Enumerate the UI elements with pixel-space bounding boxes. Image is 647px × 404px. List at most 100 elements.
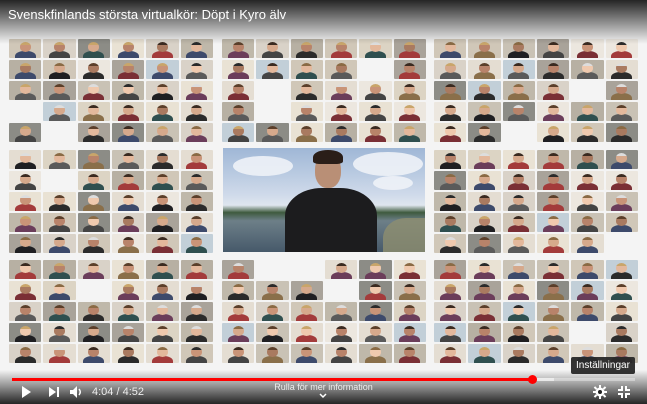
participant-tile	[9, 323, 42, 342]
participant-face	[19, 195, 31, 205]
participant-tile	[9, 302, 42, 321]
participant-face	[266, 126, 278, 136]
participant-face	[478, 237, 490, 247]
participant-tile	[290, 302, 323, 321]
participant-face	[369, 284, 381, 294]
progress-bar[interactable]	[12, 375, 635, 384]
participant-face	[232, 105, 244, 115]
participant-face	[122, 63, 134, 73]
participant-tile	[112, 323, 145, 342]
participant-tile	[77, 323, 110, 342]
participant-tile	[571, 260, 604, 279]
participant-tile	[502, 323, 535, 342]
participant-tile	[77, 192, 110, 211]
participant-tile	[393, 102, 426, 121]
participant-tile	[180, 234, 213, 253]
participant-tile	[468, 344, 501, 363]
participant-tile	[359, 344, 392, 363]
settings-tooltip: Inställningar	[571, 357, 635, 374]
participant-tile	[43, 344, 76, 363]
participant-face	[369, 263, 381, 273]
participant-face	[122, 263, 134, 273]
participant-tile	[9, 213, 42, 232]
participant-tile	[502, 171, 535, 190]
participant-face	[156, 174, 168, 184]
fullscreen-button[interactable]	[616, 384, 632, 400]
participant-tile	[146, 234, 179, 253]
participant-face	[478, 174, 490, 184]
participant-tile	[43, 234, 76, 253]
participant-face	[156, 105, 168, 115]
participant-face	[581, 195, 593, 205]
participant-tile	[290, 344, 323, 363]
participant-face	[581, 174, 593, 184]
participant-tile	[256, 302, 289, 321]
participant-tile	[468, 150, 501, 169]
participant-face	[444, 347, 456, 357]
participant-tile	[468, 81, 501, 100]
participant-face	[232, 84, 244, 94]
participant-tile	[393, 281, 426, 300]
participant-tile	[112, 234, 145, 253]
participant-tile	[434, 150, 467, 169]
participant-tile	[43, 302, 76, 321]
participant-face	[478, 105, 490, 115]
participant-tile	[43, 81, 76, 100]
participant-tile	[502, 213, 535, 232]
video-player[interactable]: Svenskfinlands största virtualkör: Döpt …	[0, 0, 647, 404]
participant-tile	[605, 60, 638, 79]
participant-tile	[146, 323, 179, 342]
participant-tile	[537, 102, 570, 121]
participant-face	[547, 153, 559, 163]
participant-tile	[180, 344, 213, 363]
participant-tile	[180, 81, 213, 100]
participant-tile	[393, 302, 426, 321]
participant-tile	[537, 281, 570, 300]
participant-face	[232, 63, 244, 73]
participant-tile	[434, 60, 467, 79]
participant-face	[478, 284, 490, 294]
participant-face	[19, 284, 31, 294]
participant-tile	[537, 150, 570, 169]
participant-face	[547, 326, 559, 336]
participant-tile	[502, 81, 535, 100]
participant-tile	[112, 344, 145, 363]
participant-tile	[146, 60, 179, 79]
participant-tile	[393, 344, 426, 363]
participant-tile	[537, 344, 570, 363]
video-frame[interactable]	[0, 0, 647, 404]
participant-face	[547, 305, 559, 315]
participant-tile	[9, 260, 42, 279]
participant-face	[232, 126, 244, 136]
participant-tile	[180, 281, 213, 300]
participant-tile	[146, 192, 179, 211]
participant-tile	[112, 192, 145, 211]
more-info-hint[interactable]: Rulla för mer information	[0, 382, 647, 392]
participant-tile	[9, 150, 42, 169]
participant-tile	[359, 102, 392, 121]
settings-button[interactable]	[592, 384, 608, 400]
participant-tile	[180, 302, 213, 321]
reeds	[383, 218, 425, 252]
participant-face	[53, 305, 65, 315]
participant-tile	[222, 344, 255, 363]
participant-tile	[502, 60, 535, 79]
participant-face	[335, 84, 347, 94]
chevron-down-icon[interactable]	[318, 392, 328, 400]
participant-tile	[571, 150, 604, 169]
participant-face	[53, 216, 65, 226]
participant-tile	[434, 260, 467, 279]
participant-face	[444, 84, 456, 94]
participant-face	[581, 237, 593, 247]
participant-face	[547, 347, 559, 357]
participant-face	[53, 263, 65, 273]
participant-tile	[112, 123, 145, 142]
participant-face	[369, 126, 381, 136]
participant-face	[266, 347, 278, 357]
participant-tile	[468, 213, 501, 232]
participant-face	[581, 263, 593, 273]
participant-face	[232, 284, 244, 294]
participant-tile	[393, 81, 426, 100]
participant-face	[122, 153, 134, 163]
video-title[interactable]: Svenskfinlands största virtualkör: Döpt …	[8, 7, 286, 22]
